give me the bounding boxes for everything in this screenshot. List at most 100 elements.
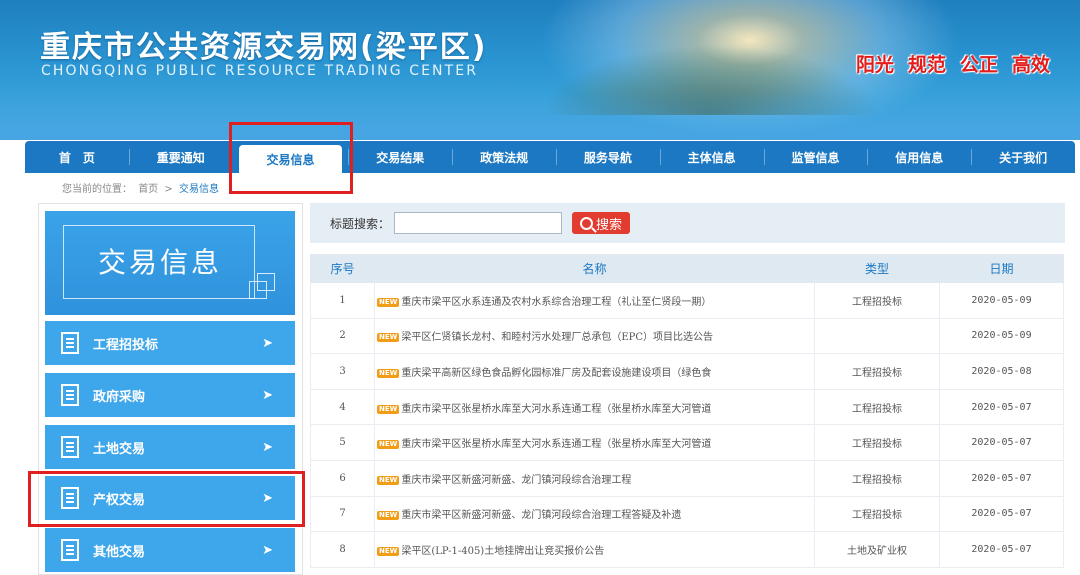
slogan: 规范 bbox=[907, 54, 946, 76]
row-number: 3 bbox=[310, 353, 375, 390]
site-title: 重庆市公共资源交易网(梁平区) bbox=[40, 30, 488, 65]
row-title-link[interactable]: NEW 重庆市梁平区新盛河新盛、龙门镇河段综合治理工程答疑及补遗 bbox=[374, 495, 815, 533]
search-button[interactable]: 搜索 bbox=[572, 212, 631, 234]
row-title-link[interactable]: NEW 重庆市梁平区张星桥水库至大河水系连通工程（张星桥水库至大河管道 bbox=[374, 424, 815, 461]
sidebar-item-other[interactable]: 其他交易 ➤ bbox=[45, 528, 295, 572]
row-type: 工程招投标 bbox=[814, 282, 940, 319]
arrow-right-icon: ➤ bbox=[262, 542, 273, 558]
row-number: 1 bbox=[310, 282, 375, 319]
table-row: 2 NEW 梁平区仁贤镇长龙村、和睦村污水处理厂总承包（EPC）项目比选公告 20… bbox=[310, 317, 1064, 355]
table-row: 7 NEW 重庆市梁平区新盛河新盛、龙门镇河段综合治理工程答疑及补遗 工程招投标 … bbox=[310, 495, 1064, 533]
nav-item-home[interactable]: 首 页 bbox=[25, 141, 129, 173]
row-date: 2020-05-07 bbox=[939, 495, 1064, 533]
row-type: 土地及矿业权 bbox=[814, 531, 940, 568]
sidebar-item-label: 工程招投标 bbox=[93, 337, 159, 353]
breadcrumb-prefix: 您当前的位置： bbox=[62, 184, 132, 195]
row-type: 工程招投标 bbox=[814, 353, 940, 390]
results-table: 序号 名称 类型 日期 1 NEW 重庆市梁平区水系连通及农村水系综合治理工程（礼… bbox=[310, 254, 1064, 568]
table-row: 4 NEW 重庆市梁平区张星桥水库至大河水系连通工程（张星桥水库至大河管道 工程招… bbox=[310, 388, 1064, 426]
row-title-link[interactable]: NEW 梁平区(LP-1-405)土地挂牌出让竞买报价公告 bbox=[374, 531, 815, 568]
document-icon bbox=[61, 384, 79, 406]
row-date: 2020-05-08 bbox=[939, 353, 1064, 390]
new-badge: NEW bbox=[377, 440, 400, 450]
row-title: 重庆梁平高新区绿色食品孵化园标准厂房及配套设施建设项目（绿色食 bbox=[401, 367, 712, 379]
search-bar: 标题搜索： 搜索 bbox=[310, 203, 1065, 243]
sidebar-item-label: 其他交易 bbox=[93, 544, 146, 560]
row-title: 重庆市梁平区水系连通及农村水系综合治理工程（礼让至仁贤段一期） bbox=[401, 296, 712, 308]
row-number: 6 bbox=[310, 459, 375, 497]
site-subtitle: CHONGQING PUBLIC RESOURCE TRADING CENTER bbox=[41, 63, 479, 79]
main-nav: 首 页 重要通知 交易信息 交易结果 政策法规 服务导航 主体信息 监管信息 信… bbox=[25, 141, 1075, 173]
banner-haze bbox=[0, 90, 1080, 140]
nav-item-trading-results[interactable]: 交易结果 bbox=[348, 141, 452, 173]
new-badge: NEW bbox=[377, 475, 400, 485]
nav-item-supervision[interactable]: 监管信息 bbox=[763, 141, 868, 173]
breadcrumb: 您当前的位置： 首页 > 交易信息 bbox=[62, 180, 222, 195]
column-header-name: 名称 bbox=[374, 254, 815, 283]
row-title: 梁平区仁贤镇长龙村、和睦村污水处理厂总承包（EPC）项目比选公告 bbox=[401, 332, 714, 344]
row-type: 工程招投标 bbox=[814, 388, 940, 426]
row-title-link[interactable]: NEW 重庆梁平高新区绿色食品孵化园标准厂房及配套设施建设项目（绿色食 bbox=[374, 353, 815, 390]
arrow-right-icon: ➤ bbox=[262, 439, 273, 455]
nav-item-about[interactable]: 关于我们 bbox=[971, 141, 1075, 173]
slogan: 公正 bbox=[959, 54, 998, 76]
row-number: 5 bbox=[310, 424, 375, 461]
column-header-type: 类型 bbox=[814, 254, 940, 283]
search-button-label: 搜索 bbox=[596, 217, 623, 233]
sidebar-title: 交易信息 bbox=[97, 246, 222, 279]
table-row: 5 NEW 重庆市梁平区张星桥水库至大河水系连通工程（张星桥水库至大河管道 工程招… bbox=[310, 424, 1064, 461]
site-header: 重庆市公共资源交易网(梁平区) CHONGQING PUBLIC RESOURC… bbox=[0, 0, 1080, 140]
column-header-date: 日期 bbox=[939, 254, 1064, 283]
table-row: 1 NEW 重庆市梁平区水系连通及农村水系综合治理工程（礼让至仁贤段一期） 工程招… bbox=[310, 282, 1064, 319]
row-title-link[interactable]: NEW 重庆市梁平区水系连通及农村水系综合治理工程（礼让至仁贤段一期） bbox=[374, 282, 815, 319]
row-date: 2020-05-07 bbox=[939, 531, 1064, 568]
sidebar-item-engineering[interactable]: 工程招投标 ➤ bbox=[45, 321, 295, 365]
arrow-right-icon: ➤ bbox=[262, 335, 273, 351]
new-badge: NEW bbox=[377, 546, 400, 556]
nav-item-entity-info[interactable]: 主体信息 bbox=[659, 141, 764, 173]
sidebar-item-land[interactable]: 土地交易 ➤ bbox=[45, 425, 295, 469]
main-content: 标题搜索： 搜索 序号 名称 类型 日期 1 NEW 重庆市梁平区水系连通及农村水… bbox=[310, 203, 1065, 573]
row-title: 梁平区(LP-1-405)土地挂牌出让竞买报价公告 bbox=[401, 545, 605, 557]
slogan: 高效 bbox=[1011, 54, 1050, 76]
row-title-link[interactable]: NEW 重庆市梁平区张星桥水库至大河水系连通工程（张星桥水库至大河管道 bbox=[374, 388, 815, 426]
breadcrumb-current-link[interactable]: 交易信息 bbox=[179, 184, 219, 195]
document-icon bbox=[61, 332, 79, 354]
row-type: 工程招投标 bbox=[814, 424, 940, 461]
row-title: 重庆市梁平区新盛河新盛、龙门镇河段综合治理工程答疑及补遗 bbox=[401, 510, 682, 522]
row-type: 工程招投标 bbox=[814, 459, 940, 497]
row-number: 7 bbox=[310, 495, 375, 533]
sidebar-item-label: 政府采购 bbox=[93, 389, 146, 405]
new-badge: NEW bbox=[377, 368, 400, 378]
row-title-link[interactable]: NEW 重庆市梁平区新盛河新盛、龙门镇河段综合治理工程 bbox=[374, 459, 815, 497]
row-date: 2020-05-07 bbox=[939, 424, 1064, 461]
new-badge: NEW bbox=[377, 511, 400, 521]
column-header-no: 序号 bbox=[310, 254, 375, 283]
row-title-link[interactable]: NEW 梁平区仁贤镇长龙村、和睦村污水处理厂总承包（EPC）项目比选公告 bbox=[374, 317, 815, 355]
nav-item-policies[interactable]: 政策法规 bbox=[452, 141, 556, 173]
nav-item-credit[interactable]: 信用信息 bbox=[867, 141, 971, 173]
nav-item-notices[interactable]: 重要通知 bbox=[128, 141, 233, 173]
search-input[interactable] bbox=[394, 212, 563, 234]
sidebar-item-gov-procurement[interactable]: 政府采购 ➤ bbox=[45, 373, 295, 417]
row-number: 8 bbox=[310, 531, 375, 568]
row-date: 2020-05-09 bbox=[939, 317, 1064, 355]
highlight-box-sidebar bbox=[28, 471, 305, 527]
breadcrumb-separator: > bbox=[164, 184, 173, 195]
table-row: 8 NEW 梁平区(LP-1-405)土地挂牌出让竞买报价公告 土地及矿业权 20… bbox=[310, 531, 1064, 568]
row-title: 重庆市梁平区新盛河新盛、龙门镇河段综合治理工程 bbox=[401, 474, 632, 486]
row-title: 重庆市梁平区张星桥水库至大河水系连通工程（张星桥水库至大河管道 bbox=[401, 403, 712, 415]
breadcrumb-home-link[interactable]: 首页 bbox=[138, 184, 158, 195]
document-icon bbox=[61, 436, 79, 458]
sidebar-header: 交易信息 bbox=[45, 211, 295, 315]
highlight-box-nav bbox=[229, 122, 353, 194]
row-type: 工程招投标 bbox=[814, 495, 940, 533]
row-date: 2020-05-07 bbox=[939, 459, 1064, 497]
slogan: 阳光 bbox=[855, 54, 894, 76]
nav-item-service-guide[interactable]: 服务导航 bbox=[555, 141, 660, 173]
row-type bbox=[814, 317, 940, 355]
table-row: 3 NEW 重庆梁平高新区绿色食品孵化园标准厂房及配套设施建设项目（绿色食 工程招… bbox=[310, 353, 1064, 390]
row-date: 2020-05-07 bbox=[939, 388, 1064, 426]
row-number: 2 bbox=[310, 317, 375, 355]
table-row: 6 NEW 重庆市梁平区新盛河新盛、龙门镇河段综合治理工程 工程招投标 2020-… bbox=[310, 459, 1064, 497]
